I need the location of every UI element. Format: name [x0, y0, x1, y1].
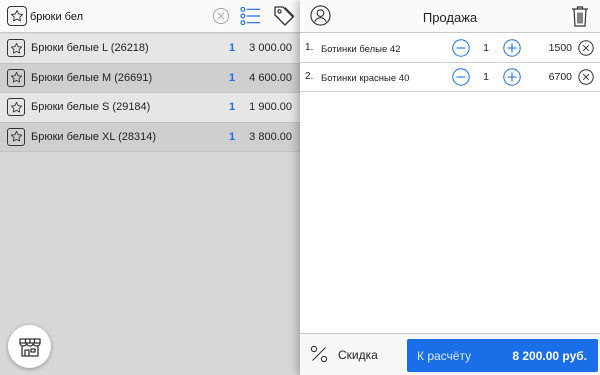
- star-icon: [10, 130, 22, 142]
- checkout-button[interactable]: К расчёту 8 200.00 руб.: [407, 339, 598, 372]
- star-icon: [10, 101, 22, 113]
- page-title: Продажа: [422, 10, 478, 25]
- item-quantity[interactable]: 1: [480, 42, 492, 54]
- product-price: 3 000.00: [249, 42, 292, 54]
- product-name: Брюки белые XL (28314): [31, 130, 157, 143]
- list-icon[interactable]: [240, 6, 261, 26]
- product-quantity: 1: [228, 71, 236, 84]
- sale-header: Продажа: [300, 0, 600, 33]
- item-number: 2.: [305, 71, 314, 82]
- sale-panel: Продажа 1. Ботинки белые 42 1 1500 2. Бо…: [300, 0, 600, 375]
- product-price: 4 600.00: [249, 71, 292, 84]
- search-bar: [0, 0, 300, 33]
- sale-item-row[interactable]: 1. Ботинки белые 42 1 1500: [300, 34, 600, 63]
- tag-icon[interactable]: [273, 5, 295, 27]
- favorites-button[interactable]: [7, 6, 27, 26]
- plus-icon[interactable]: [503, 39, 521, 57]
- remove-icon[interactable]: [578, 40, 594, 56]
- item-price: 6700: [548, 71, 572, 83]
- sale-items-list: 1. Ботинки белые 42 1 1500 2. Ботинки кр…: [300, 34, 600, 92]
- item-name: Ботинки белые 42: [321, 44, 401, 55]
- item-name: Ботинки красные 40: [321, 73, 410, 84]
- product-price: 1 900.00: [249, 101, 292, 113]
- favorite-toggle[interactable]: [7, 127, 25, 146]
- favorite-toggle[interactable]: [7, 98, 25, 116]
- store-button[interactable]: [8, 325, 51, 368]
- plus-icon[interactable]: [503, 68, 521, 86]
- sale-footer: Скидка К расчёту 8 200.00 руб.: [300, 333, 600, 375]
- search-results-list: Брюки белые L (26218) 1 3 000.00 Брюки б…: [0, 34, 300, 152]
- product-price: 3 800.00: [249, 130, 292, 143]
- trash-icon[interactable]: [571, 5, 589, 27]
- clear-icon[interactable]: [212, 7, 230, 25]
- list-item[interactable]: Брюки белые XL (28314) 1 3 800.00: [0, 122, 300, 152]
- product-search-panel: Брюки белые L (26218) 1 3 000.00 Брюки б…: [0, 0, 300, 375]
- product-name: Брюки белые L (26218): [31, 42, 149, 54]
- store-icon: [18, 337, 41, 357]
- discount-button[interactable]: Скидка: [338, 348, 378, 362]
- product-quantity: 1: [228, 42, 236, 54]
- product-name: Брюки белые M (26691): [31, 71, 153, 84]
- search-input[interactable]: [30, 8, 205, 25]
- list-item[interactable]: Брюки белые M (26691) 1 4 600.00: [0, 63, 300, 93]
- favorite-toggle[interactable]: [7, 39, 25, 57]
- list-item[interactable]: Брюки белые L (26218) 1 3 000.00: [0, 34, 300, 64]
- item-number: 1.: [305, 42, 314, 53]
- star-icon: [10, 9, 24, 22]
- minus-icon[interactable]: [452, 68, 470, 86]
- item-price: 1500: [548, 42, 572, 54]
- star-icon: [10, 42, 22, 54]
- sale-item-row[interactable]: 2. Ботинки красные 40 1 6700: [300, 63, 600, 92]
- remove-icon[interactable]: [578, 69, 594, 85]
- checkout-total: 8 200.00 руб.: [512, 349, 587, 363]
- product-quantity: 1: [228, 130, 236, 143]
- item-quantity[interactable]: 1: [480, 71, 492, 83]
- product-name: Брюки белые S (29184): [31, 101, 151, 113]
- product-quantity: 1: [228, 101, 236, 113]
- list-item[interactable]: Брюки белые S (29184) 1 1 900.00: [0, 93, 300, 123]
- percent-icon[interactable]: [310, 345, 328, 363]
- minus-icon[interactable]: [452, 39, 470, 57]
- favorite-toggle[interactable]: [7, 68, 25, 87]
- checkout-label: К расчёту: [417, 349, 472, 363]
- star-icon: [10, 71, 22, 83]
